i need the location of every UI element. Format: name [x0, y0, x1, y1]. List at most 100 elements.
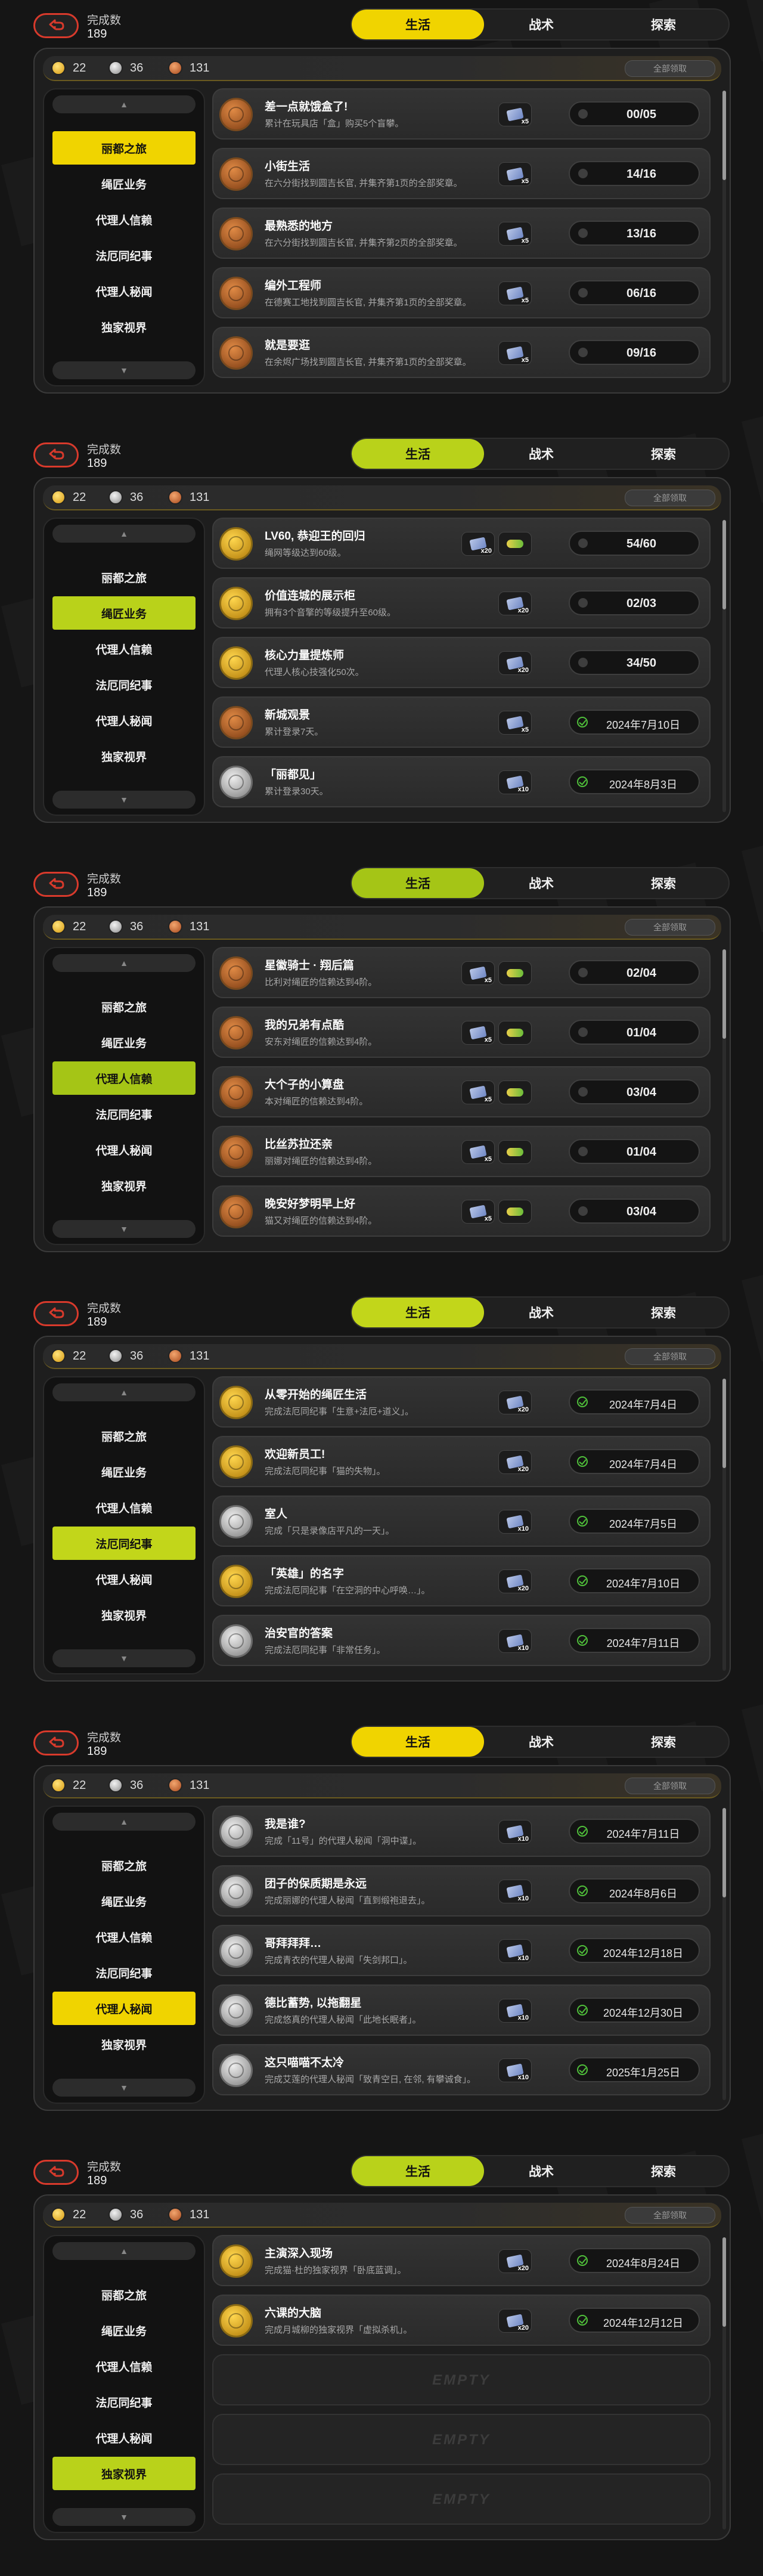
reward-item[interactable]: x10 [498, 1629, 532, 1653]
tab-life[interactable]: 生活 [352, 868, 484, 898]
sidebar-scroll-down[interactable]: ▼ [52, 2508, 196, 2526]
sidebar-item[interactable]: 丽都之旅 [52, 1849, 196, 1882]
achievement-row[interactable]: 「丽都见」 累计登录30天。 x10 2024年8月3日 [212, 756, 711, 807]
sidebar-item[interactable]: 代理人信赖 [52, 203, 196, 236]
achievement-row[interactable]: 编外工程师 在德赛工地找到圆吉长官, 并集齐第1页的全部奖章。 x5 06/16 [212, 267, 711, 318]
sidebar-item[interactable]: 绳匠业务 [52, 2314, 196, 2347]
back-button[interactable] [33, 1730, 79, 1755]
sidebar-item[interactable]: 代理人信赖 [52, 1920, 196, 1953]
sidebar-item[interactable]: 代理人秘闻 [52, 1992, 196, 2025]
reward-item[interactable]: x20 [498, 2249, 532, 2273]
sidebar-item[interactable]: 代理人信赖 [52, 1061, 196, 1095]
tab-explore[interactable]: 探索 [597, 868, 730, 898]
sidebar-item[interactable]: 丽都之旅 [52, 1419, 196, 1453]
sidebar-scroll-up[interactable]: ▲ [52, 95, 196, 113]
achievement-row[interactable]: LV60, 恭迎王的回归 绳网等级达到60级。 x20 54/60 [212, 518, 711, 569]
reward-item[interactable]: x5 [498, 711, 532, 735]
sidebar-item[interactable]: 法厄同纪事 [52, 239, 196, 272]
sidebar-item[interactable]: 代理人秘闻 [52, 274, 196, 308]
claim-all-button[interactable]: 全部领取 [625, 1778, 715, 1794]
sidebar-item[interactable]: 代理人秘闻 [52, 704, 196, 737]
tab-life[interactable]: 生活 [352, 10, 484, 39]
tab-explore[interactable]: 探索 [597, 2156, 730, 2186]
sidebar-scroll-down[interactable]: ▼ [52, 1220, 196, 1238]
reward-item[interactable]: x5 [461, 1021, 495, 1045]
sidebar-scroll-down[interactable]: ▼ [52, 361, 196, 379]
achievement-row[interactable]: 治安官的答案 完成法厄同纪事「非常任务」。 x10 2024年7月11日 [212, 1615, 711, 1666]
back-button[interactable] [33, 442, 79, 467]
sidebar-item[interactable]: 丽都之旅 [52, 131, 196, 165]
reward-item[interactable] [498, 961, 532, 985]
sidebar-item[interactable]: 独家视界 [52, 2027, 196, 2061]
reward-item[interactable]: x5 [461, 1140, 495, 1164]
achievement-row[interactable]: 核心力量提炼师 代理人核心技强化50次。 x20 34/50 [212, 637, 711, 688]
reward-item[interactable]: x10 [498, 770, 532, 794]
achievement-row[interactable]: 新城观景 累计登录7天。 x5 2024年7月10日 [212, 696, 711, 748]
achievement-row[interactable]: 比丝苏拉还亲 丽娜对绳匠的信赖达到4阶。 x5 01/04 [212, 1126, 711, 1177]
sidebar-item[interactable]: 代理人信赖 [52, 1491, 196, 1524]
reward-item[interactable]: x5 [498, 222, 532, 246]
sidebar-scroll-up[interactable]: ▲ [52, 1383, 196, 1401]
sidebar-item[interactable]: 法厄同纪事 [52, 2385, 196, 2419]
achievement-row[interactable]: 价值连城的展示柜 拥有3个音擎的等级提升至60级。 x20 02/03 [212, 577, 711, 628]
reward-item[interactable]: x5 [461, 961, 495, 985]
reward-item[interactable]: x10 [498, 1939, 532, 1963]
achievement-row[interactable]: 就是要逛 在余烬广场找到圆吉长官, 并集齐第1页的全部奖章。 x5 09/16 [212, 327, 711, 378]
list-scrollbar[interactable] [722, 1379, 726, 1671]
achievement-row[interactable]: 主演深入现场 完成猫·杜的独家视界「卧底蓝调」。 x20 2024年8月24日 [212, 2235, 711, 2286]
reward-item[interactable] [498, 532, 532, 556]
reward-item[interactable]: x20 [498, 651, 532, 675]
claim-all-button[interactable]: 全部领取 [625, 1348, 715, 1365]
sidebar-scroll-down[interactable]: ▼ [52, 2079, 196, 2097]
tab-explore[interactable]: 探索 [597, 10, 730, 39]
reward-item[interactable] [498, 1021, 532, 1045]
list-scrollbar[interactable] [722, 2237, 726, 2529]
sidebar-item[interactable]: 独家视界 [52, 1598, 196, 1631]
tab-tactics[interactable]: 战术 [475, 1298, 607, 1327]
tab-tactics[interactable]: 战术 [475, 868, 607, 898]
sidebar-scroll-down[interactable]: ▼ [52, 791, 196, 809]
tab-explore[interactable]: 探索 [597, 439, 730, 469]
achievement-row[interactable]: 大个子的小算盘 本对绳匠的信赖达到4阶。 x5 03/04 [212, 1066, 711, 1117]
achievement-row[interactable]: 「英雄」的名字 完成法厄同纪事「在空洞的中心呼唤…」。 x20 2024年7月10日 [212, 1555, 711, 1606]
reward-item[interactable]: x10 [498, 2058, 532, 2082]
achievement-row[interactable]: 欢迎新员工! 完成法厄同纪事「猫的失物」。 x20 2024年7月4日 [212, 1436, 711, 1487]
sidebar-item[interactable]: 绳匠业务 [52, 1455, 196, 1488]
reward-item[interactable]: x20 [498, 1391, 532, 1414]
reward-item[interactable]: x10 [498, 1999, 532, 2023]
reward-item[interactable] [498, 1140, 532, 1164]
achievement-row[interactable]: 我是谁? 完成「11号」的代理人秘闻「洞中谍」。 x10 2024年7月11日 [212, 1806, 711, 1857]
sidebar-item[interactable]: 丽都之旅 [52, 990, 196, 1023]
tab-life[interactable]: 生活 [352, 2156, 484, 2186]
tab-tactics[interactable]: 战术 [475, 2156, 607, 2186]
list-scrollbar[interactable] [722, 1808, 726, 2100]
sidebar-item[interactable]: 法厄同纪事 [52, 1097, 196, 1131]
sidebar-scroll-up[interactable]: ▲ [52, 525, 196, 543]
tab-life[interactable]: 生活 [352, 1298, 484, 1327]
claim-all-button[interactable]: 全部领取 [625, 919, 715, 936]
reward-item[interactable]: x20 [461, 532, 495, 556]
sidebar-item[interactable]: 法厄同纪事 [52, 1956, 196, 1989]
sidebar-scroll-up[interactable]: ▲ [52, 2242, 196, 2260]
tab-tactics[interactable]: 战术 [475, 1727, 607, 1757]
achievement-row[interactable]: 室人 完成「只是录像店平凡的一天」。 x10 2024年7月5日 [212, 1496, 711, 1547]
tab-life[interactable]: 生活 [352, 1727, 484, 1757]
sidebar-item[interactable]: 独家视界 [52, 1169, 196, 1202]
tab-explore[interactable]: 探索 [597, 1727, 730, 1757]
achievement-row[interactable]: 晚安好梦明早上好 猫又对绳匠的信赖达到4阶。 x5 03/04 [212, 1185, 711, 1237]
tab-life[interactable]: 生活 [352, 439, 484, 469]
reward-item[interactable]: x5 [461, 1200, 495, 1224]
reward-item[interactable]: x5 [498, 341, 532, 365]
sidebar-item[interactable]: 独家视界 [52, 739, 196, 773]
tab-tactics[interactable]: 战术 [475, 439, 607, 469]
sidebar-item[interactable]: 代理人信赖 [52, 632, 196, 665]
sidebar-item[interactable]: 独家视界 [52, 2457, 196, 2490]
tab-explore[interactable]: 探索 [597, 1298, 730, 1327]
scrollbar-thumb[interactable] [722, 949, 726, 1039]
reward-item[interactable] [498, 1080, 532, 1104]
sidebar-item[interactable]: 代理人秘闻 [52, 1562, 196, 1596]
sidebar-item[interactable]: 法厄同纪事 [52, 1527, 196, 1560]
back-button[interactable] [33, 2160, 79, 2185]
achievement-row[interactable]: 六课的大脑 完成月城柳的独家视界「虚拟杀机」。 x20 2024年12月12日 [212, 2295, 711, 2346]
achievement-row[interactable]: 最熟悉的地方 在六分街找到圆吉长官, 并集齐第2页的全部奖章。 x5 13/16 [212, 208, 711, 259]
